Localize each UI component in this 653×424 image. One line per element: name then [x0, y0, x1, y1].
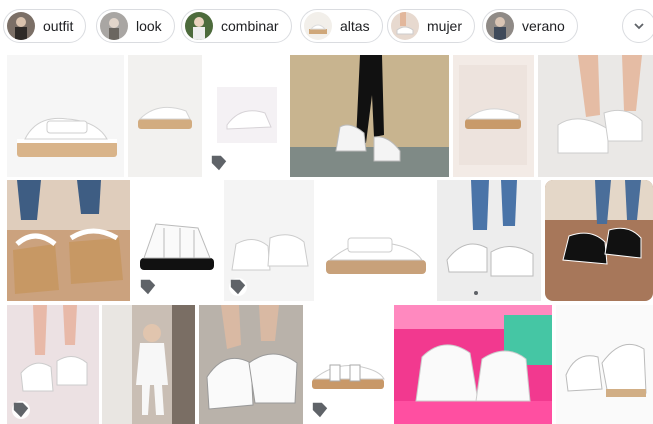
- image-result[interactable]: [205, 55, 286, 177]
- image-result[interactable]: [128, 55, 202, 177]
- chip-label: combinar: [221, 18, 279, 34]
- price-tag-icon: [12, 401, 30, 419]
- image-result[interactable]: [556, 305, 653, 424]
- image-result[interactable]: [538, 55, 653, 177]
- image-result[interactable]: [134, 180, 221, 301]
- altas-thumbnail-icon: [304, 12, 332, 40]
- chip-altas[interactable]: altas: [300, 9, 383, 43]
- price-tag-icon: [210, 154, 228, 172]
- image-result[interactable]: [7, 180, 130, 301]
- chip-combinar[interactable]: combinar: [181, 9, 292, 43]
- image-result[interactable]: [102, 305, 195, 424]
- chip-outfit[interactable]: outfit: [3, 9, 87, 43]
- price-tag-icon: [139, 278, 157, 296]
- chip-label: altas: [340, 18, 370, 34]
- carousel-indicator: [474, 291, 478, 295]
- price-tag-icon: [229, 278, 247, 296]
- image-result[interactable]: [453, 55, 534, 177]
- more-chips-button[interactable]: [622, 9, 653, 43]
- image-result[interactable]: [394, 305, 552, 424]
- filter-chip-bar: outfit look combinar altas mujer verano: [0, 0, 653, 52]
- image-result[interactable]: [306, 305, 390, 424]
- chip-label: look: [136, 18, 162, 34]
- mujer-thumbnail-icon: [391, 12, 419, 40]
- image-result[interactable]: [7, 55, 124, 177]
- image-result[interactable]: [290, 55, 449, 177]
- chip-label: mujer: [427, 18, 463, 34]
- look-thumbnail-icon: [100, 12, 128, 40]
- image-result[interactable]: [318, 180, 433, 301]
- image-result[interactable]: [7, 305, 99, 424]
- chip-look[interactable]: look: [96, 9, 175, 43]
- image-result[interactable]: [199, 305, 303, 424]
- image-result[interactable]: [224, 180, 314, 301]
- chip-verano[interactable]: verano: [482, 9, 578, 43]
- chevron-down-icon: [634, 23, 644, 30]
- chip-label: verano: [522, 18, 565, 34]
- price-tag-icon: [311, 401, 329, 419]
- image-result[interactable]: [437, 180, 541, 301]
- outfit-thumbnail-icon: [7, 12, 35, 40]
- chip-label: outfit: [43, 18, 74, 34]
- image-result[interactable]: [545, 180, 653, 301]
- combinar-thumbnail-icon: [185, 12, 213, 40]
- verano-thumbnail-icon: [486, 12, 514, 40]
- chip-mujer[interactable]: mujer: [387, 9, 476, 43]
